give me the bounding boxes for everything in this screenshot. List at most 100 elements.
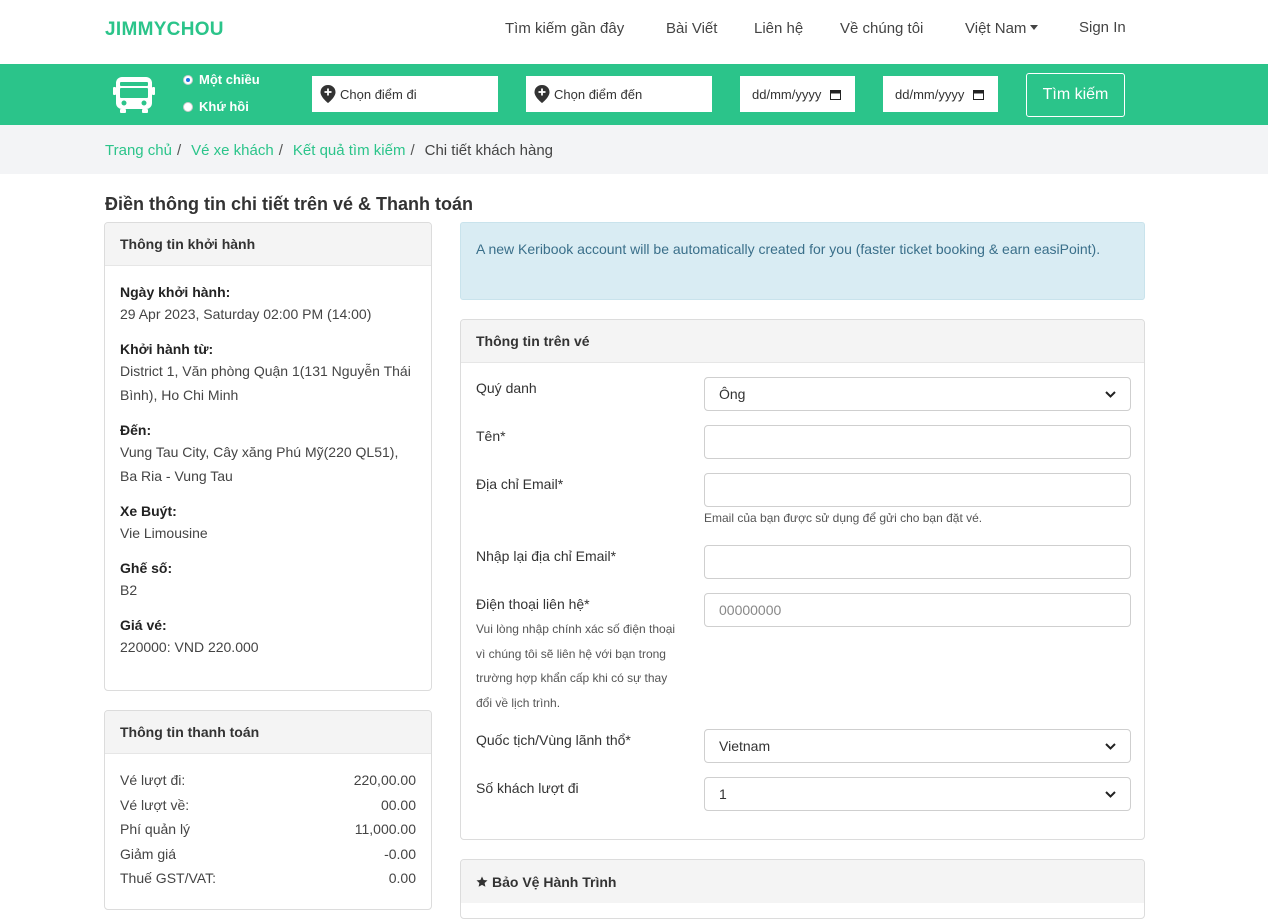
payment-row-value: 11,000.00 <box>354 821 416 837</box>
email-confirm-input[interactable] <box>704 545 1131 579</box>
breadcrumb-separator: / <box>176 142 182 159</box>
payment-row-label: Vé lượt về: <box>120 796 190 813</box>
bus-label: Xe Buýt: <box>120 503 177 519</box>
bus-icon <box>113 77 155 113</box>
breadcrumb-separator: / <box>278 142 283 159</box>
departure-date-label: Ngày khởi hành: <box>120 284 231 300</box>
payment-row-value: 00.00 <box>380 796 416 813</box>
payment-row-label: Phí quản lý <box>120 821 191 837</box>
sign-in-link[interactable]: Sign In <box>1079 19 1126 36</box>
caret-down-icon <box>1030 25 1039 30</box>
from-placeholder: Chọn điểm đi <box>340 86 417 102</box>
payment-row: Thuế GST/VAT: 0.00 <box>120 866 416 891</box>
to-placeholder: Chọn điểm đến <box>554 86 643 102</box>
nav-recent-searches[interactable]: Tìm kiếm gần đây <box>505 20 624 37</box>
nationality-select-value: Vietnam <box>719 738 771 754</box>
payment-row-value: 220,00.00 <box>353 772 416 788</box>
phone-input-placeholder: 00000000 <box>719 602 782 618</box>
payment-row-label: Thuế GST/VAT: <box>120 870 216 886</box>
payment-row-value: 0.00 <box>388 870 416 886</box>
payment-row-label: Giảm giá <box>120 845 177 862</box>
phone-input[interactable]: 00000000 <box>704 593 1131 627</box>
payment-info-card: Thông tin thanh toán Vé lượt đi: 220,00.0… <box>104 710 432 910</box>
departure-date-value: 29 Apr 2023, Saturday 02:00 PM (14:00) <box>120 306 372 322</box>
payment-row: Vé lượt về: 00.00 <box>120 793 416 818</box>
calendar-icon[interactable] <box>830 89 841 100</box>
return-date-input[interactable]: dd/mm/yyyy <box>883 76 998 112</box>
trip-round-label: Khứ hồi <box>199 99 249 114</box>
breadcrumb-current: Chi tiết khách hàng <box>424 142 554 159</box>
departure-from-value: District 1, Văn phòng Quận 1(131 Nguyễn … <box>120 363 411 403</box>
trip-one-way-label: Một chiều <box>199 72 260 87</box>
trip-round-radio[interactable]: Khứ hồi <box>183 99 249 114</box>
ticket-info-card: Thông tin trên vé Quý danh Ông Tên* Địa … <box>460 319 1145 840</box>
seat-value: B2 <box>120 582 138 598</box>
chevron-down-icon <box>1105 790 1116 798</box>
trip-one-way-radio[interactable]: Một chiều <box>183 72 260 87</box>
price-value: 220000: VND 220.000 <box>120 639 259 655</box>
brand-logo[interactable]: JIMMYCHOU <box>105 19 224 41</box>
search-button[interactable]: Tìm kiếm <box>1026 73 1125 117</box>
departure-from-label: Khởi hành từ: <box>120 341 214 357</box>
nationality-select[interactable]: Vietnam <box>704 729 1131 763</box>
payment-row: Phí quản lý 11,000.00 <box>120 817 416 842</box>
map-pin-icon <box>534 85 550 103</box>
ticket-info-header: Thông tin trên vé <box>461 320 1144 363</box>
chevron-down-icon <box>1105 742 1116 750</box>
depart-date-input[interactable]: dd/mm/yyyy <box>740 76 855 112</box>
search-bar: Một chiều Khứ hồi Chọn điểm đi Chọn điểm… <box>0 64 1268 125</box>
breadcrumb-home[interactable]: Trang chủ <box>105 142 172 159</box>
departure-info-card: Thông tin khởi hành Ngày khởi hành: 29 A… <box>104 222 432 691</box>
breadcrumb-bus-tickets[interactable]: Vé xe khách <box>191 142 274 159</box>
payment-row-label: Vé lượt đi: <box>120 772 186 788</box>
departure-info-header: Thông tin khởi hành <box>105 223 431 266</box>
journey-protection-card: Bảo Vệ Hành Trình <box>460 859 1145 919</box>
chevron-down-icon <box>1105 390 1116 398</box>
nav-about[interactable]: Về chúng tôi <box>840 20 923 37</box>
nav-contact[interactable]: Liên hệ <box>754 20 803 37</box>
passengers-select-value: 1 <box>719 786 727 802</box>
passengers-select[interactable]: 1 <box>704 777 1131 811</box>
account-info-alert: A new Keribook account will be automatic… <box>460 222 1145 300</box>
payment-row-value: -0.00 <box>384 845 416 862</box>
breadcrumb: Trang chủ / Vé xe khách / Kết quả tìm ki… <box>105 142 553 159</box>
return-date-placeholder: dd/mm/yyyy <box>895 86 965 102</box>
title-select[interactable]: Ông <box>704 377 1131 411</box>
navbar: JIMMYCHOU Tìm kiếm gần đây Bài Viết Liên… <box>0 0 1268 64</box>
bus-value: Vie Limousine <box>120 525 208 541</box>
payment-info-header: Thông tin thanh toán <box>105 711 431 754</box>
phone-label: Điện thoại liên hệ* <box>476 596 590 612</box>
from-input[interactable]: Chọn điểm đi <box>312 76 498 112</box>
breadcrumb-separator: / <box>410 142 415 159</box>
name-input[interactable] <box>704 425 1131 459</box>
breadcrumb-bar: Trang chủ / Vé xe khách / Kết quả tìm ki… <box>0 125 1268 174</box>
departure-info-body: Ngày khởi hành: 29 Apr 2023, Saturday 02… <box>105 266 431 690</box>
email-input[interactable] <box>704 473 1131 507</box>
price-label: Giá vé: <box>120 617 167 633</box>
nav-articles[interactable]: Bài Viết <box>666 20 717 37</box>
departure-to-value: Vung Tau City, Cây xăng Phú Mỹ(220 QL51)… <box>120 444 399 484</box>
breadcrumb-search-results[interactable]: Kết quả tìm kiếm <box>293 142 406 159</box>
seat-label: Ghế số: <box>120 560 173 576</box>
phone-help-text: Vui lòng nhập chính xác số điện thoại vì… <box>476 622 676 710</box>
passengers-label: Số khách lượt đi <box>476 780 579 796</box>
email-hint: Email của bạn được sử dụng để gửi cho bạ… <box>704 511 983 525</box>
email-confirm-label: Nhập lại địa chỉ Email* <box>476 548 617 564</box>
title-label: Quý danh <box>476 380 537 396</box>
departure-to-label: Đến: <box>120 422 152 438</box>
title-select-value: Ông <box>719 386 746 402</box>
language-dropdown[interactable]: Việt Nam <box>965 20 1039 37</box>
map-pin-icon <box>320 85 336 103</box>
nationality-label: Quốc tịch/Vùng lãnh thổ* <box>476 732 631 748</box>
name-label: Tên* <box>476 428 506 444</box>
payment-row: Vé lượt đi: 220,00.00 <box>120 768 416 793</box>
language-label: Việt Nam <box>965 20 1027 37</box>
to-input[interactable]: Chọn điểm đến <box>526 76 712 112</box>
payment-row: Giảm giá -0.00 <box>120 842 416 867</box>
page-title: Điền thông tin chi tiết trên vé & Thanh … <box>105 194 473 214</box>
email-label: Địa chỉ Email* <box>476 476 564 492</box>
depart-date-placeholder: dd/mm/yyyy <box>752 86 822 102</box>
radio-unchecked-icon <box>183 101 193 112</box>
radio-checked-icon <box>183 74 193 85</box>
calendar-icon[interactable] <box>973 89 984 100</box>
